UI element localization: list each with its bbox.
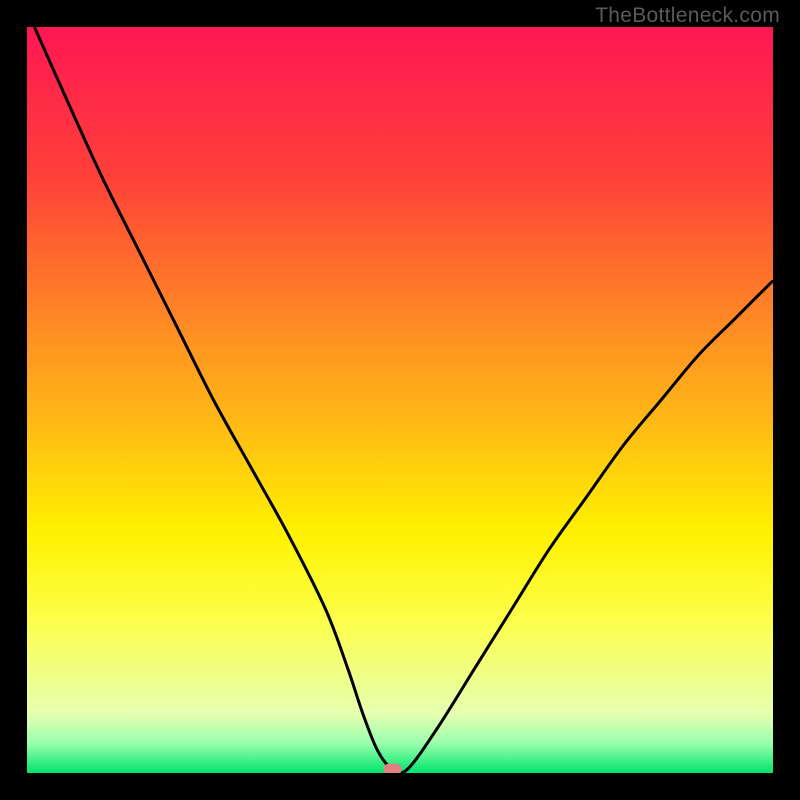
plot-area — [27, 27, 773, 773]
optimal-point-marker — [384, 764, 402, 773]
bottleneck-chart — [27, 27, 773, 773]
chart-frame: TheBottleneck.com — [0, 0, 800, 800]
watermark-text: TheBottleneck.com — [595, 4, 780, 28]
